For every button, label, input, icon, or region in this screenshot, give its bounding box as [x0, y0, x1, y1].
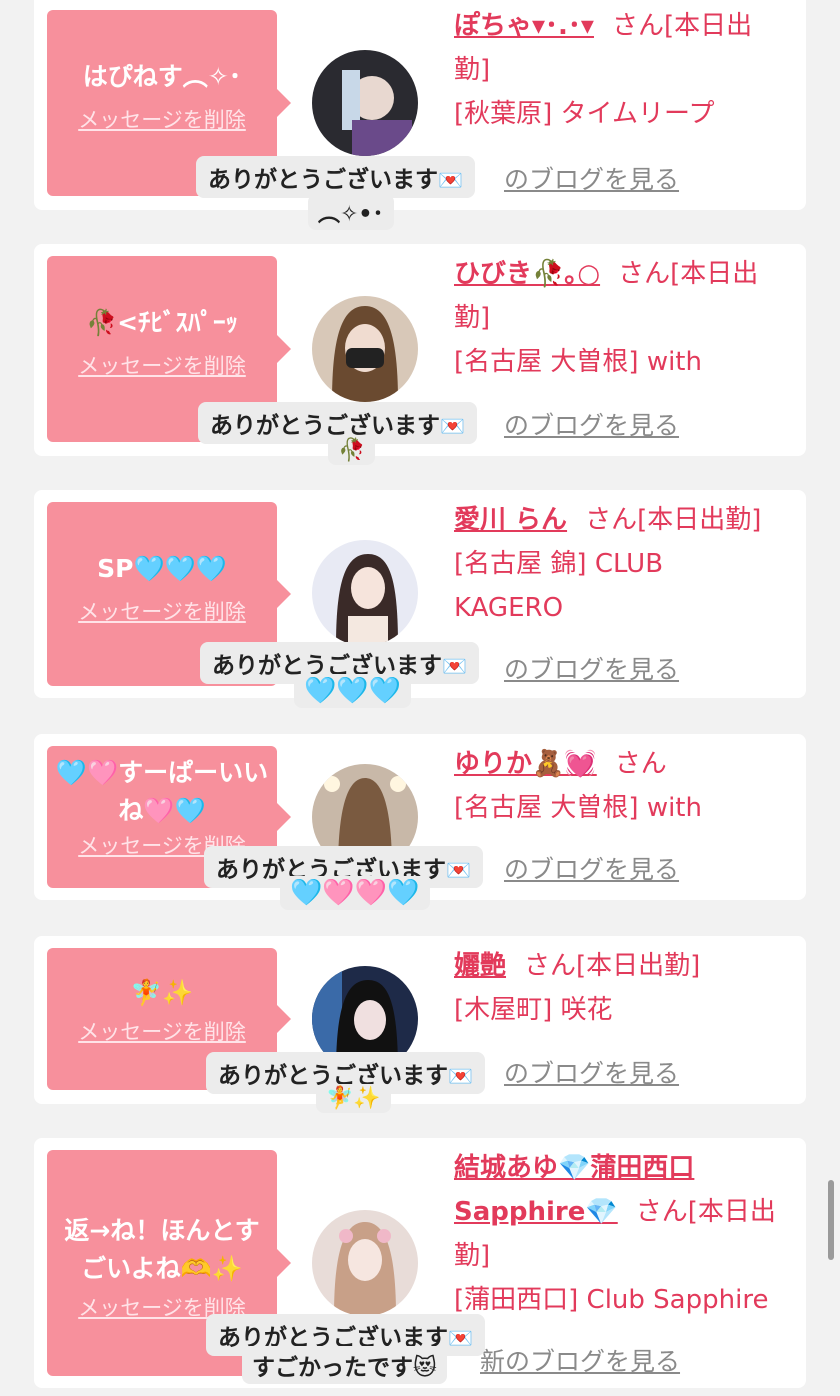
san-label: さん [614, 749, 667, 779]
avatar[interactable] [312, 296, 418, 402]
work-status: [本日出勤] [576, 951, 701, 981]
message-text: はぴねす︵✧･ [82, 62, 242, 91]
san-label: さん [611, 11, 664, 41]
work-status: [本日出 [664, 11, 753, 41]
thanks-text: ありがとうございます [210, 413, 440, 439]
san-label: さん [585, 505, 638, 535]
shop-info: [名古屋 大曽根] with [454, 793, 702, 823]
shop-info: [秋葉原] タイムリープ [454, 99, 715, 129]
delete-message-link[interactable]: メッセージを削除 [78, 104, 246, 134]
cast-name-link[interactable]: 孋艶 [454, 951, 506, 981]
message-text: SP🩵🩵🩵 [97, 554, 227, 583]
reply-extra: すごかったです😻 [242, 1346, 447, 1384]
reply-extra: 🧚✨ [316, 1084, 391, 1113]
work-status-cont: 勤] [454, 55, 491, 85]
shop-info: [名古屋 大曽根] with [454, 347, 702, 377]
san-label: さん [618, 259, 671, 289]
cast-name-link[interactable]: ひびき🥀｡○ [454, 259, 600, 289]
cast-name-link[interactable]: ぽちゃ▾･.･▾ [454, 11, 594, 41]
cast-name-link-cont[interactable]: Sapphire💎 [454, 1197, 618, 1227]
cast-name-link[interactable]: 結城あゆ💎蒲田西口 [454, 1153, 694, 1183]
love-letter-icon: 💌 [448, 1326, 473, 1350]
message-text: 返→ね！ほんとすごいよね🫶✨ [64, 1216, 260, 1283]
cast-info: ゆりか🧸💓 さん [名古屋 大曽根] with [454, 742, 788, 830]
cast-info: ひびき🥀｡○ さん[本日出 勤] [名古屋 大曽根] with [454, 252, 788, 384]
reply-extra: 🥀 [328, 436, 376, 465]
blog-link[interactable]: のブログを見る [504, 650, 679, 686]
blog-link[interactable]: 新のブログを見る [480, 1342, 680, 1378]
love-letter-icon: 💌 [438, 168, 463, 192]
blog-link[interactable]: のブログを見る [504, 850, 679, 886]
cast-info: 孋艶 さん[本日出勤] [木屋町] 咲花 [454, 944, 788, 1032]
love-letter-icon: 💌 [440, 414, 465, 438]
reply-extra: 🩵🩷🩷🩵 [280, 876, 430, 910]
love-letter-icon: 💌 [446, 858, 471, 882]
work-status: [本日出勤] [637, 505, 762, 535]
shop-info: [木屋町] 咲花 [454, 995, 613, 1025]
avatar[interactable] [312, 1210, 418, 1316]
love-letter-icon: 💌 [448, 1064, 473, 1088]
thanks-text: ありがとうございます [208, 167, 438, 193]
work-status: [本日出 [670, 259, 759, 289]
reply-extra: ︵✧•･ [308, 194, 394, 230]
love-letter-icon: 💌 [442, 654, 467, 678]
blog-link[interactable]: のブログを見る [504, 1054, 679, 1090]
san-label: さん [635, 1197, 688, 1227]
blog-link[interactable]: のブログを見る [504, 406, 679, 442]
cast-info: ぽちゃ▾･.･▾ さん[本日出 勤] [秋葉原] タイムリープ [454, 4, 788, 136]
message-text: 🥀<ﾁﾋﾞｽﾊﾟｰｯ [85, 308, 239, 337]
cast-name-link[interactable]: 愛川 らん [454, 505, 567, 535]
cast-info: 結城あゆ💎蒲田西口 Sapphire💎 さん[本日出 勤] [蒲田西口] Club… [454, 1146, 788, 1322]
avatar[interactable] [312, 540, 418, 646]
message-text: 🧚✨ [130, 978, 194, 1007]
shop-info: [名古屋 錦] CLUB [454, 549, 664, 579]
san-label: さん [524, 951, 577, 981]
shop-info: [蒲田西口] Club Sapphire [454, 1285, 769, 1315]
reply-toast: ありがとうございます💌 [196, 156, 475, 198]
cast-info: 愛川 らん さん[本日出勤] [名古屋 錦] CLUB KAGERO [454, 498, 788, 630]
shop-info-cont: KAGERO [454, 593, 564, 623]
delete-message-link[interactable]: メッセージを削除 [78, 596, 246, 626]
reply-extra: 🩵🩵🩵 [294, 674, 412, 708]
scrollbar[interactable] [828, 1180, 834, 1260]
cast-name-link[interactable]: ゆりか🧸💓 [454, 749, 597, 779]
work-status-cont: 勤] [454, 1241, 491, 1271]
blog-link[interactable]: のブログを見る [504, 160, 679, 196]
work-status-cont: 勤] [454, 303, 491, 333]
delete-message-link[interactable]: メッセージを削除 [78, 1016, 246, 1046]
delete-message-link[interactable]: メッセージを削除 [78, 350, 246, 380]
work-status: [本日出 [687, 1197, 776, 1227]
avatar[interactable] [312, 50, 418, 156]
message-text: 🩵🩷すーぱーいいね🩷🩵 [55, 758, 269, 825]
